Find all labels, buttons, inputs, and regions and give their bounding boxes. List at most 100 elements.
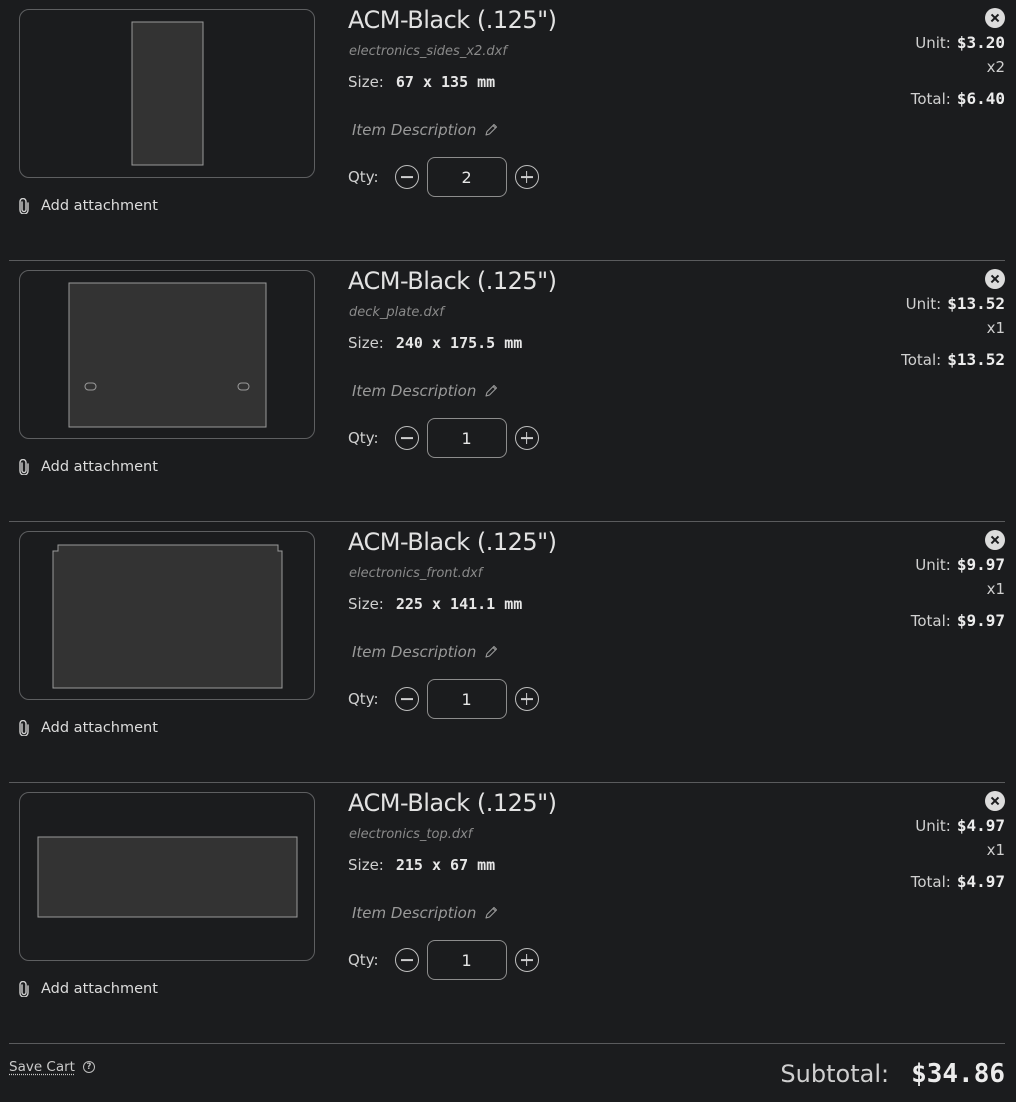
cart-item: Add attachment ACM-Black (.125") electro… xyxy=(9,783,1005,1044)
unit-label: Unit: xyxy=(915,817,951,835)
unit-price-value: $9.97 xyxy=(956,555,1005,574)
increase-qty-button[interactable] xyxy=(514,165,539,189)
quantity-input[interactable] xyxy=(426,157,507,197)
paperclip-icon xyxy=(19,459,29,475)
decrease-qty-button[interactable] xyxy=(394,165,419,189)
decrease-qty-button[interactable] xyxy=(394,948,419,972)
size-value: 215 x 67 mm xyxy=(395,856,496,874)
quantity-input[interactable] xyxy=(426,418,507,458)
unit-label: Unit: xyxy=(905,295,942,313)
add-attachment-label: Add attachment xyxy=(41,198,158,214)
unit-price-value: $3.20 xyxy=(956,33,1005,52)
subtotal: Subtotal: $34.86 xyxy=(780,1059,1005,1089)
total-label: Total: xyxy=(910,873,951,891)
item-filename: electronics_front.dxf xyxy=(349,566,483,581)
size-label: Size: xyxy=(348,595,384,613)
item-description-placeholder: Item Description xyxy=(352,643,477,661)
remove-item-button[interactable] xyxy=(985,530,1005,550)
size-label: Size: xyxy=(348,334,384,352)
unit-price: Unit: $3.20 xyxy=(915,33,1005,52)
cart-footer: Save Cart ? Subtotal: $34.86 xyxy=(9,1045,1005,1102)
quantity-stepper: Qty: xyxy=(348,679,539,719)
item-description[interactable]: Item Description xyxy=(352,121,498,139)
cart-item: Add attachment ACM-Black (.125") deck_pl… xyxy=(9,261,1005,522)
item-filename: deck_plate.dxf xyxy=(349,305,445,320)
line-total: Total: $4.97 xyxy=(911,872,1005,891)
part-preview[interactable] xyxy=(19,792,315,961)
decrease-qty-button[interactable] xyxy=(394,426,419,450)
item-size: Size: 225 x 141.1 mm xyxy=(348,595,522,613)
line-total-value: $4.97 xyxy=(956,872,1005,891)
pencil-icon xyxy=(485,384,498,397)
line-total-value: $9.97 xyxy=(956,611,1005,630)
part-preview[interactable] xyxy=(19,270,315,439)
total-label: Total: xyxy=(910,90,951,108)
add-attachment-label: Add attachment xyxy=(41,981,158,997)
line-total: Total: $6.40 xyxy=(911,89,1005,108)
size-label: Size: xyxy=(348,856,384,874)
decrease-qty-button[interactable] xyxy=(394,687,419,711)
part-shape xyxy=(52,544,283,689)
remove-item-button[interactable] xyxy=(985,269,1005,289)
line-total-value: $13.52 xyxy=(947,350,1005,369)
qty-label: Qty: xyxy=(348,951,379,969)
line-total: Total: $13.52 xyxy=(901,350,1005,369)
unit-price: Unit: $9.97 xyxy=(915,555,1005,574)
item-filename: electronics_top.dxf xyxy=(349,827,473,842)
unit-price-value: $4.97 xyxy=(956,816,1005,835)
unit-price-value: $13.52 xyxy=(947,294,1005,313)
add-attachment-button[interactable]: Add attachment xyxy=(19,459,158,475)
add-attachment-label: Add attachment xyxy=(41,720,158,736)
item-title: ACM-Black (.125") xyxy=(348,6,557,34)
unit-price: Unit: $13.52 xyxy=(906,294,1005,313)
increase-qty-button[interactable] xyxy=(514,426,539,450)
help-icon[interactable]: ? xyxy=(82,1061,95,1073)
item-filename: electronics_sides_x2.dxf xyxy=(349,44,507,59)
item-title: ACM-Black (.125") xyxy=(348,267,557,295)
part-preview[interactable] xyxy=(19,531,315,700)
unit-label: Unit: xyxy=(915,556,951,574)
item-size: Size: 67 x 135 mm xyxy=(348,73,495,91)
item-description[interactable]: Item Description xyxy=(352,904,498,922)
size-value: 67 x 135 mm xyxy=(395,73,496,91)
item-title: ACM-Black (.125") xyxy=(348,528,557,556)
remove-item-button[interactable] xyxy=(985,791,1005,811)
increase-qty-button[interactable] xyxy=(514,948,539,972)
line-total: Total: $9.97 xyxy=(911,611,1005,630)
quantity-stepper: Qty: xyxy=(348,940,539,980)
add-attachment-button[interactable]: Add attachment xyxy=(19,198,158,214)
item-description[interactable]: Item Description xyxy=(352,382,498,400)
size-value: 225 x 141.1 mm xyxy=(395,595,523,613)
quantity-stepper: Qty: xyxy=(348,418,539,458)
item-size: Size: 240 x 175.5 mm xyxy=(348,334,522,352)
add-attachment-button[interactable]: Add attachment xyxy=(19,981,158,997)
save-cart: Save Cart ? xyxy=(9,1059,95,1075)
quantity-input[interactable] xyxy=(426,940,507,980)
add-attachment-button[interactable]: Add attachment xyxy=(19,720,158,736)
quantity-input[interactable] xyxy=(426,679,507,719)
cart-item: Add attachment ACM-Black (.125") electro… xyxy=(9,0,1005,261)
quantity-multiplier: x1 xyxy=(986,580,1005,598)
item-description[interactable]: Item Description xyxy=(352,643,498,661)
part-shape xyxy=(131,21,204,166)
save-cart-link[interactable]: Save Cart xyxy=(9,1059,75,1075)
item-description-placeholder: Item Description xyxy=(352,382,477,400)
add-attachment-label: Add attachment xyxy=(41,459,158,475)
pencil-icon xyxy=(485,123,498,136)
paperclip-icon xyxy=(19,720,29,736)
cart: Add attachment ACM-Black (.125") electro… xyxy=(0,0,1016,1102)
size-value: 240 x 175.5 mm xyxy=(395,334,523,352)
total-label: Total: xyxy=(910,612,951,630)
remove-item-button[interactable] xyxy=(985,8,1005,28)
item-size: Size: 215 x 67 mm xyxy=(348,856,495,874)
part-preview[interactable] xyxy=(19,9,315,178)
paperclip-icon xyxy=(19,981,29,997)
part-shape xyxy=(37,836,298,918)
paperclip-icon xyxy=(19,198,29,214)
quantity-multiplier: x2 xyxy=(986,58,1005,76)
unit-price: Unit: $4.97 xyxy=(915,816,1005,835)
quantity-multiplier: x1 xyxy=(986,319,1005,337)
qty-label: Qty: xyxy=(348,429,379,447)
increase-qty-button[interactable] xyxy=(514,687,539,711)
quantity-multiplier: x1 xyxy=(986,841,1005,859)
